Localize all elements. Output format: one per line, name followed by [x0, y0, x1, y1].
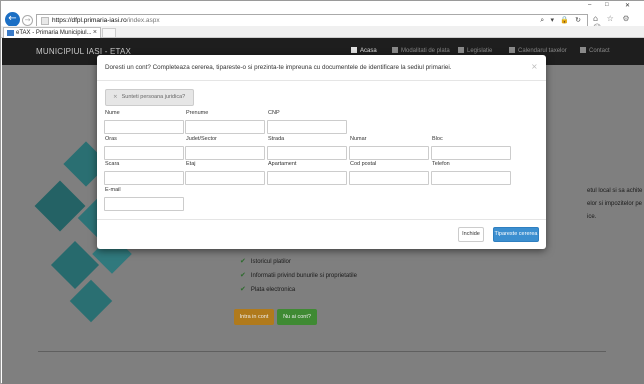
nav-item-calendar[interactable]: Calendarul taxelor: [509, 47, 567, 54]
etaj-input[interactable]: [185, 171, 265, 185]
label-cod-postal: Cod postal: [350, 161, 377, 167]
forward-button[interactable]: →: [22, 15, 33, 26]
url-host: https://dfpl.primaria-iasi.ro: [52, 17, 127, 24]
feature-item: ✔ Istoricul platilor: [240, 257, 291, 265]
label-telefon: Telefon: [432, 161, 450, 167]
label-numar: Numar: [350, 136, 367, 142]
modal-title: Doresti un cont? Completeaza cererea, ti…: [105, 64, 452, 71]
label-bloc: Bloc: [432, 136, 443, 142]
nav-item-acasa[interactable]: Acasa: [351, 47, 377, 54]
email-input[interactable]: [104, 197, 184, 211]
label-prenume: Prenume: [186, 110, 209, 116]
tab-close-icon[interactable]: ×: [93, 29, 97, 36]
intro-text-line-3: ice.: [587, 214, 597, 220]
new-tab-button[interactable]: [102, 28, 116, 38]
modal-header-divider: [97, 80, 546, 81]
label-scara: Scara: [105, 161, 120, 167]
register-button[interactable]: Nu ai cont?: [277, 309, 317, 325]
tab-favicon-icon: [7, 30, 14, 36]
calendar-icon: [509, 47, 515, 53]
maximize-button[interactable]: □: [605, 2, 609, 8]
minimize-button[interactable]: –: [588, 2, 591, 8]
address-bar-icons[interactable]: ⌕ ▾ 🔒 ↻: [540, 16, 583, 25]
modal-footer-divider: [97, 219, 546, 220]
label-cnp: CNP: [268, 110, 280, 116]
scara-input[interactable]: [104, 171, 184, 185]
footer-divider: [38, 351, 606, 352]
nav-item-legislatie[interactable]: Legislatie: [458, 47, 492, 54]
address-row: ← → https://dfpl.primaria-iasi.ro/index.…: [1, 10, 644, 32]
oras-input[interactable]: [104, 146, 184, 160]
prenume-input[interactable]: [185, 120, 265, 134]
judet-input[interactable]: [185, 146, 265, 160]
intro-text-line-2: elor si impozitelor pe: [587, 201, 643, 207]
feature-item: ✔ Informatii privind bunurile si propriet…: [240, 271, 357, 279]
login-button[interactable]: Intra in cont: [234, 309, 274, 325]
telefon-input[interactable]: [431, 171, 511, 185]
label-email: E-mail: [105, 187, 121, 193]
label-etaj: Etaj: [186, 161, 196, 167]
back-arrow-icon: ←: [8, 13, 17, 24]
label-nume: Nume: [105, 110, 120, 116]
label-oras: Oras: [105, 136, 117, 142]
envelope-icon: [580, 47, 586, 53]
nav-label: Acasa: [360, 48, 377, 54]
cod-postal-input[interactable]: [349, 171, 429, 185]
juridical-label: Sunteti persoana juridica?: [121, 94, 186, 100]
back-button[interactable]: ←: [5, 12, 20, 27]
tab-bar: eTAX - Primaria Municipiul... ×: [1, 26, 644, 38]
book-icon: [458, 47, 464, 53]
nav-label: Calendarul taxelor: [518, 48, 567, 54]
feature-label: Plata electronica: [250, 287, 296, 293]
apartament-input[interactable]: [267, 171, 347, 185]
close-icon: ×: [113, 94, 118, 100]
print-request-button[interactable]: Tipareste cererea: [493, 227, 539, 242]
check-icon: ✔: [240, 271, 246, 279]
card-icon: [392, 47, 398, 53]
cnp-input[interactable]: [267, 120, 347, 134]
modal-close-icon[interactable]: ×: [531, 62, 538, 71]
nav-item-contact[interactable]: Contact: [580, 47, 610, 54]
close-window-button[interactable]: ✕: [625, 2, 630, 9]
url-path: /index.aspx: [126, 17, 160, 24]
browser-window: – □ ✕ ← → https://dfpl.primaria-iasi.ro/…: [0, 0, 644, 384]
feature-label: Istoricul platilor: [250, 259, 291, 265]
check-icon: ✔: [240, 285, 246, 293]
site-favicon-icon: [41, 17, 49, 25]
check-icon: ✔: [240, 257, 246, 265]
numar-input[interactable]: [349, 146, 429, 160]
forward-arrow-icon: →: [24, 16, 31, 24]
nav-item-modalitati[interactable]: Modalitati de plata: [392, 47, 450, 54]
home-icon: [351, 47, 357, 53]
close-button[interactable]: Inchide: [458, 227, 484, 242]
bloc-input[interactable]: [431, 146, 511, 160]
strada-input[interactable]: [267, 146, 347, 160]
tab-title: eTAX - Primaria Municipiul...: [16, 30, 92, 36]
signup-modal: Doresti un cont? Completeaza cererea, ti…: [97, 55, 546, 249]
nav-label: Modalitati de plata: [401, 48, 450, 54]
tab-etax[interactable]: eTAX - Primaria Municipiul... ×: [3, 27, 101, 38]
label-apartament: Apartament: [268, 161, 297, 167]
feature-label: Informatii privind bunurile si proprieta…: [250, 273, 357, 279]
label-judet: Judet/Sector: [186, 136, 217, 142]
nav-label: Legislatie: [467, 48, 493, 54]
label-strada: Strada: [268, 136, 285, 142]
nav-label: Contact: [589, 48, 610, 54]
title-bar: – □ ✕: [1, 1, 644, 10]
juridical-person-button[interactable]: × Sunteti persoana juridica?: [105, 89, 194, 106]
url-text[interactable]: https://dfpl.primaria-iasi.ro/index.aspx: [52, 17, 160, 24]
nume-input[interactable]: [104, 120, 184, 134]
intro-text-line-1: etul local si sa achite: [587, 188, 643, 194]
feature-item: ✔ Plata electronica: [240, 285, 295, 293]
